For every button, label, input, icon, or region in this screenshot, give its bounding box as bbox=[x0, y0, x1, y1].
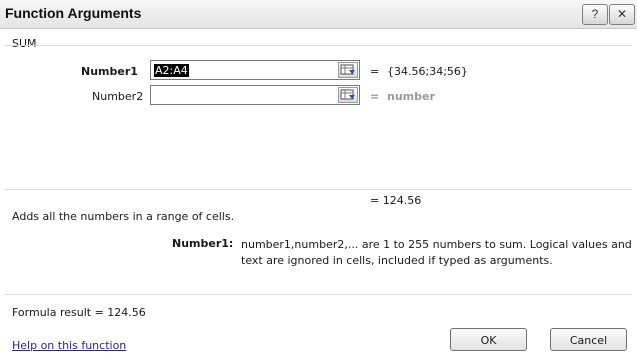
number2-preview: number bbox=[387, 90, 435, 103]
ok-button[interactable]: OK bbox=[450, 328, 527, 351]
number2-field[interactable] bbox=[150, 85, 360, 105]
close-icon: ✕ bbox=[616, 7, 628, 21]
dialog-title: Function Arguments bbox=[5, 5, 142, 21]
cancel-button[interactable]: Cancel bbox=[550, 328, 627, 351]
number1-value: A2:A4 bbox=[154, 64, 189, 77]
formula-result: Formula result = 124.56 bbox=[12, 306, 146, 319]
number1-field[interactable]: A2:A4 bbox=[150, 60, 360, 80]
number2-equals: = bbox=[370, 90, 380, 103]
range-select-icon bbox=[340, 89, 355, 100]
number2-collapse-button[interactable] bbox=[338, 87, 358, 103]
function-description: Adds all the numbers in a range of cells… bbox=[12, 210, 235, 223]
number1-label: Number1 bbox=[81, 65, 138, 78]
argument-description-text: number1,number2,... are 1 to 255 numbers… bbox=[241, 238, 632, 267]
help-button[interactable]: ? bbox=[582, 4, 608, 25]
number2-label: Number2 bbox=[92, 90, 144, 103]
help-link[interactable]: Help on this function bbox=[12, 339, 126, 352]
number1-collapse-button[interactable] bbox=[338, 62, 358, 78]
number1-equals: = bbox=[370, 65, 380, 78]
number1-preview: {34.56;34;56} bbox=[387, 65, 468, 78]
argument-description-label: Number1: bbox=[172, 237, 234, 250]
range-select-icon bbox=[340, 64, 355, 75]
function-result: = 124.56 bbox=[370, 194, 422, 207]
close-button[interactable]: ✕ bbox=[609, 4, 635, 25]
footer-divider bbox=[5, 294, 632, 295]
